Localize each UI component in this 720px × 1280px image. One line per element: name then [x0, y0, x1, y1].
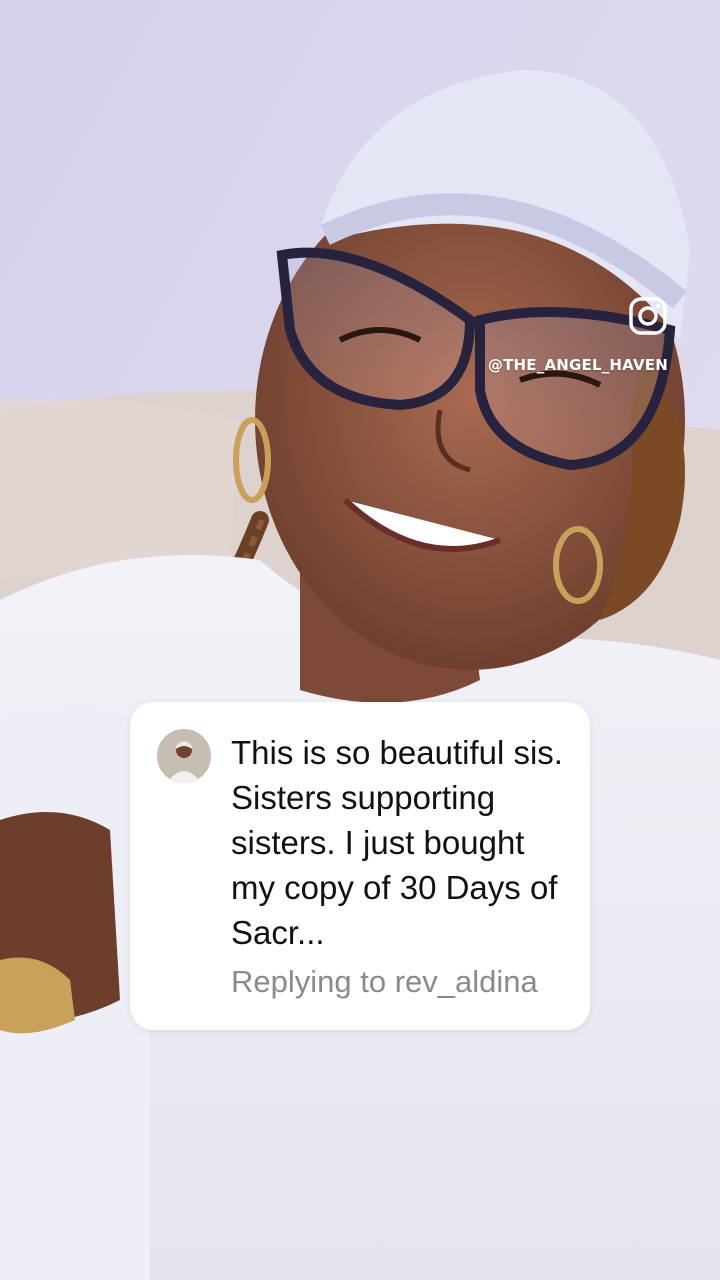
commenter-avatar[interactable] [157, 729, 211, 783]
instagram-icon [628, 296, 668, 336]
account-handle: @THE_ANGEL_HAVEN [487, 356, 668, 374]
replying-to-label: Replying to rev_aldina [231, 964, 538, 999]
comment-text: This is so beautiful sis. Sisters suppor… [231, 734, 563, 951]
video-frame [0, 0, 720, 1280]
reply-comment-card[interactable]: This is so beautiful sis. Sisters suppor… [130, 702, 590, 1030]
